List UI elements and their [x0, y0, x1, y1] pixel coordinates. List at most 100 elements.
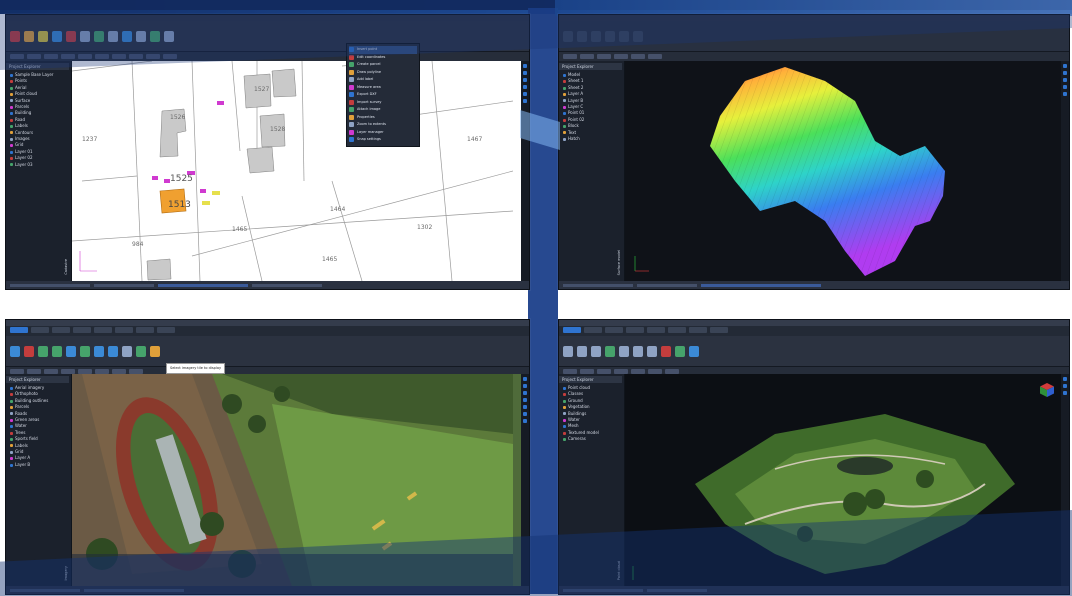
parcel-label: 1465 [322, 256, 337, 263]
layer-icon [563, 137, 566, 141]
ribbon-tool-icon[interactable] [689, 345, 699, 357]
ribbon-tool-icon[interactable] [661, 345, 671, 357]
ribbon-tab[interactable] [136, 327, 154, 333]
ribbon-tool-icon[interactable] [52, 345, 62, 357]
ribbon-tool-icon[interactable] [24, 345, 34, 357]
menu-item[interactable]: Zoom to extents [349, 121, 417, 129]
ribbon-tab[interactable] [10, 327, 28, 333]
layer-icon [563, 405, 566, 409]
ribbon-tab[interactable] [52, 327, 70, 333]
ribbon-tool-icon[interactable] [633, 345, 643, 357]
ribbon-tab[interactable] [605, 327, 623, 333]
ribbon-tool-icon[interactable] [591, 345, 601, 357]
layer-icon [10, 437, 13, 441]
ribbon-tab[interactable] [584, 327, 602, 333]
parcel-label: 1302 [417, 224, 432, 231]
ribbon-tab[interactable] [647, 327, 665, 333]
menu-item[interactable]: Measure area [349, 84, 417, 92]
ribbon-tool-icon[interactable] [619, 345, 629, 357]
layer-icon [10, 73, 13, 77]
menu-item[interactable]: Draw polyline [349, 69, 417, 77]
layer-icon [563, 118, 566, 122]
menu-item[interactable]: Create parcel [349, 61, 417, 69]
menu-item-label: Attach image [357, 107, 381, 111]
layer-icon [563, 112, 566, 116]
ribbon-tab[interactable] [157, 327, 175, 333]
ribbon-tool-icon[interactable] [108, 345, 118, 357]
ribbon-tabs [559, 326, 1069, 336]
ribbon-tool-icon[interactable] [94, 345, 104, 357]
layer-icon [563, 418, 566, 422]
layer-icon [10, 99, 13, 103]
ribbon-tab[interactable] [563, 327, 581, 333]
tree-header: Project Explorer [559, 376, 622, 383]
ribbon-tool-icon[interactable] [605, 345, 615, 357]
ribbon-tool-icon[interactable] [38, 345, 48, 357]
menu-item-label: Properties [357, 114, 375, 119]
ribbon-tool-icon[interactable] [577, 345, 587, 357]
menu-item[interactable]: Layer manager [349, 129, 417, 137]
side-panel-label: Surface model [617, 249, 621, 275]
window-terrain: Project Explorer Model Sheet 1 Sheet 2 Laye… [558, 14, 1070, 290]
layer-icon [10, 137, 13, 141]
ribbon-tool-icon[interactable] [80, 345, 90, 357]
ribbon-tab[interactable] [94, 327, 112, 333]
ribbon-tab[interactable] [626, 327, 644, 333]
tree-node[interactable]: Cameras [563, 436, 624, 442]
ribbon-tab[interactable] [115, 327, 133, 333]
ribbon-tool-icon[interactable] [563, 345, 573, 357]
ribbon-tool-icon[interactable] [136, 345, 146, 357]
menu-item-label: Create parcel [357, 62, 381, 66]
ribbon-tab[interactable] [710, 327, 728, 333]
parcel-label: 1237 [82, 136, 97, 143]
layer-icon [563, 412, 566, 416]
menu-item-icon [349, 69, 354, 75]
tree-node[interactable]: Layer B [10, 462, 71, 468]
layer-icon [10, 405, 13, 409]
menu-item[interactable]: Import survey [349, 99, 417, 107]
right-dock-bar [1061, 61, 1069, 281]
tree-node[interactable]: Layer 03 [10, 162, 71, 168]
status-bar [6, 281, 529, 289]
ribbon-tab[interactable] [73, 327, 91, 333]
ribbon-tool-icon[interactable] [647, 345, 657, 357]
tree-list: Model Sheet 1 Sheet 2 Layer A Layer B Layer C… [563, 72, 624, 142]
ribbon-tool-icon[interactable] [66, 345, 76, 357]
ribbon-tool-icon[interactable] [675, 345, 685, 357]
terrain-surface-svg [634, 67, 945, 276]
project-tree: Project Explorer Sample Base Layer Points… [6, 61, 72, 281]
tree-list: Sample Base Layer Points Aerial Point cloud… [10, 72, 71, 168]
menu-item[interactable]: Snap settings [349, 136, 417, 144]
workspace: Project Explorer Sample Base Layer Points… [6, 60, 529, 282]
ribbon-tool-icon[interactable] [10, 345, 20, 357]
menu-item-label: Snap settings [357, 137, 381, 141]
parcel-label: 1527 [254, 86, 269, 93]
menu-item[interactable]: Attach image [349, 106, 417, 114]
terrain-canvas[interactable] [625, 61, 1061, 281]
layer-icon [563, 393, 566, 397]
ribbon-tab[interactable] [31, 327, 49, 333]
context-menu: Insert point Edit coordinates Create parce… [346, 43, 420, 147]
menu-item-icon [349, 129, 354, 135]
menu-item[interactable]: Add label [349, 76, 417, 84]
cad-canvas[interactable]: 1237 1525 1526 1527 1528 1513 1467 1302 … [71, 60, 521, 282]
layer-icon [10, 444, 13, 448]
ribbon-tab[interactable] [668, 327, 686, 333]
menu-item-label: Zoom to extents [357, 122, 386, 126]
layer-icon [10, 80, 13, 84]
menu-item[interactable]: Export DXF [349, 91, 417, 99]
menu-item[interactable]: Properties [349, 114, 417, 122]
ribbon-tool-icon[interactable] [122, 345, 132, 357]
tree-node-label: Layer B [15, 461, 31, 467]
layer-icon [10, 86, 13, 90]
layer-icon [10, 463, 13, 467]
ribbon-tab[interactable] [689, 327, 707, 333]
layer-icon [563, 437, 566, 441]
project-tree: Project Explorer Model Sheet 1 Sheet 2 Laye… [559, 61, 625, 281]
view-cube-icon[interactable] [1039, 382, 1055, 398]
layer-icon [10, 105, 13, 109]
layer-icon [10, 163, 13, 167]
status-bar [559, 281, 1069, 289]
ribbon-tool-icon[interactable] [150, 345, 160, 357]
tree-node[interactable]: Hatch [563, 136, 624, 142]
